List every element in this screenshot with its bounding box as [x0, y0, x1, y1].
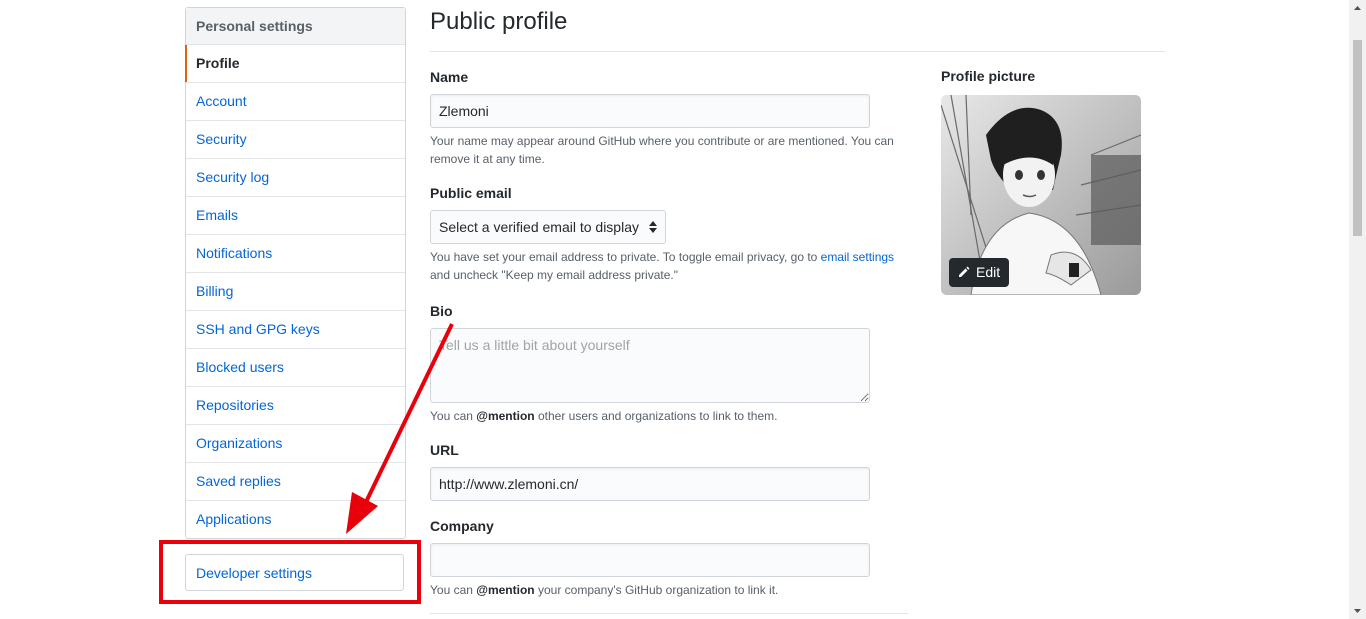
name-field[interactable] [430, 94, 870, 128]
sidebar-item-notifications[interactable]: Notifications [186, 235, 405, 273]
sidebar-item-ssh-gpg-keys[interactable]: SSH and GPG keys [186, 311, 405, 349]
scroll-thumb[interactable] [1353, 40, 1362, 236]
sidebar-item-applications[interactable]: Applications [186, 501, 405, 538]
select-arrows-icon [649, 221, 657, 233]
bio-note: You can @mention other users and organiz… [430, 407, 910, 425]
scroll-up-icon[interactable] [1349, 0, 1366, 17]
bio-note-text-end: other users and organizations to link to… [534, 409, 778, 423]
name-label: Name [430, 69, 469, 85]
sidebar-item-security[interactable]: Security [186, 121, 405, 159]
sidebar-item-saved-replies[interactable]: Saved replies [186, 463, 405, 501]
profile-picture-label: Profile picture [941, 68, 1036, 84]
sidebar-item-emails[interactable]: Emails [186, 197, 405, 235]
edit-button-label: Edit [976, 264, 1001, 280]
sidebar-item-billing[interactable]: Billing [186, 273, 405, 311]
sidebar-item-organizations[interactable]: Organizations [186, 425, 405, 463]
sidebar-item-blocked-users[interactable]: Blocked users [186, 349, 405, 387]
bio-field[interactable] [430, 328, 870, 403]
url-label: URL [430, 442, 459, 458]
scroll-down-icon[interactable] [1349, 602, 1366, 619]
pencil-icon [959, 266, 970, 277]
page-scrollbar[interactable] [1349, 0, 1366, 619]
company-note-text: You can [430, 583, 477, 597]
public-email-note-text: You have set your email address to priva… [430, 250, 821, 264]
sidebar-item-account[interactable]: Account [186, 83, 405, 121]
company-note: You can @mention your company's GitHub o… [430, 581, 910, 599]
edit-avatar-button[interactable]: Edit [949, 258, 1009, 287]
sidebar-header: Personal settings [186, 8, 405, 45]
public-email-note: You have set your email address to priva… [430, 248, 910, 284]
form-divider [430, 613, 908, 614]
bio-note-mention: @mention [476, 409, 535, 423]
public-email-label: Public email [430, 185, 512, 201]
settings-sidebar: Personal settings Profile Account Securi… [185, 7, 406, 539]
public-email-note-text-end: and uncheck "Keep my email address priva… [430, 268, 678, 282]
company-note-mention: @mention [476, 583, 535, 597]
name-note: Your name may appear around GitHub where… [430, 134, 894, 166]
url-field[interactable] [430, 467, 870, 501]
sidebar-item-security-log[interactable]: Security log [186, 159, 405, 197]
bio-label: Bio [430, 303, 453, 319]
company-label: Company [430, 518, 494, 534]
sidebar-item-profile[interactable]: Profile [185, 45, 405, 83]
company-field[interactable] [430, 543, 870, 577]
email-settings-link[interactable]: email settings [821, 250, 894, 264]
public-email-selected-value: Select a verified email to display [439, 219, 639, 235]
sidebar-item-repositories[interactable]: Repositories [186, 387, 405, 425]
title-divider [430, 51, 1165, 52]
public-email-select[interactable]: Select a verified email to display [430, 210, 666, 244]
page-title: Public profile [430, 8, 568, 35]
developer-settings-link[interactable]: Developer settings [185, 554, 404, 591]
company-note-text-end: your company's GitHub organization to li… [534, 583, 779, 597]
bio-note-text: You can [430, 409, 477, 423]
